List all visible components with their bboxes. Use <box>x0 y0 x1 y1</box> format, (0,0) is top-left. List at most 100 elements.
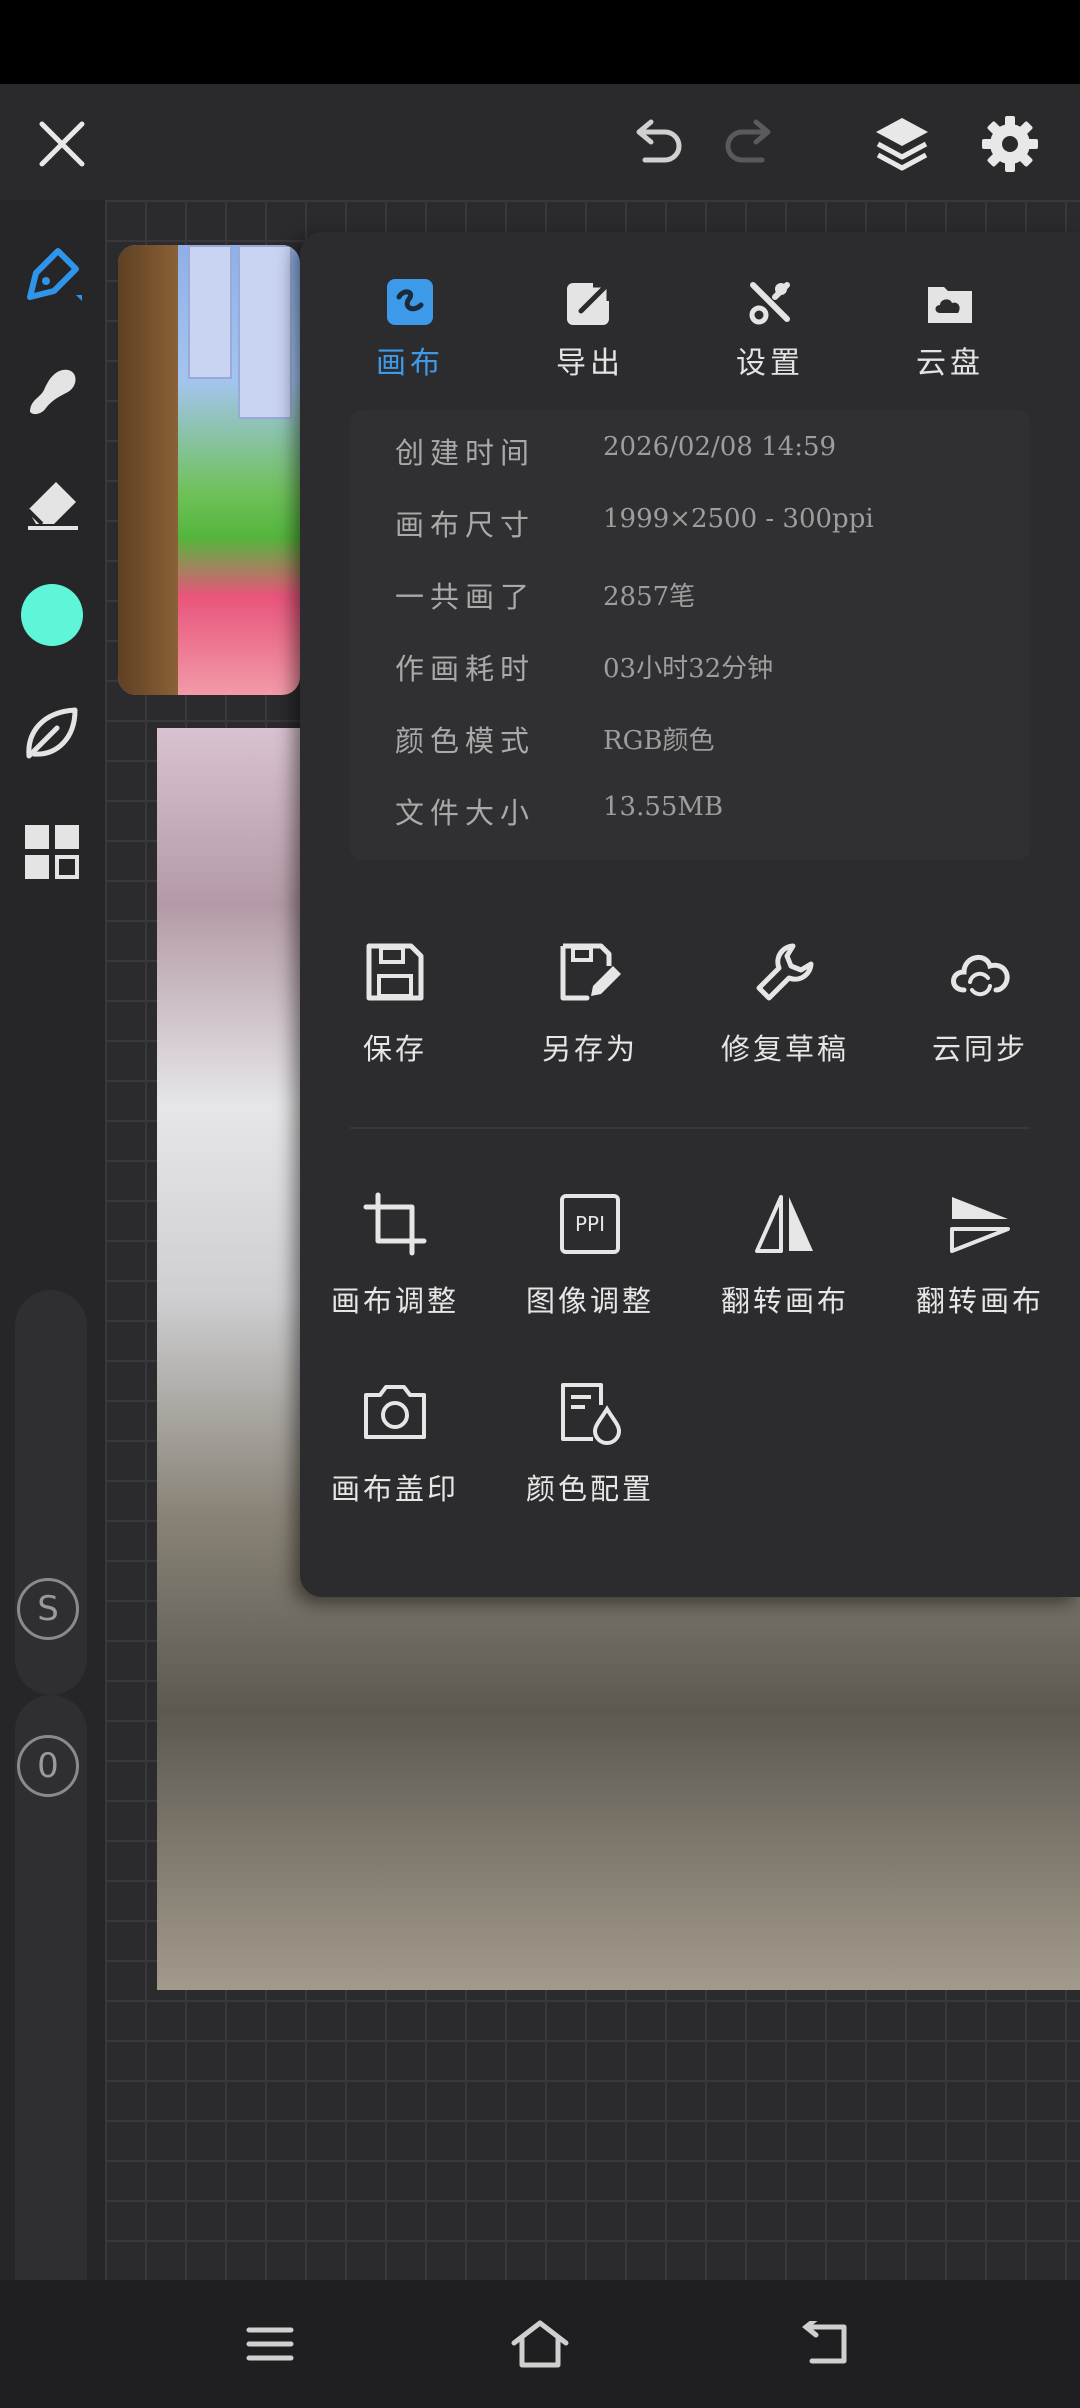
tab-cloud[interactable]: 云盘 <box>880 262 1020 382</box>
artwork-cartoon <box>118 245 300 695</box>
pen-icon <box>27 248 82 301</box>
close-button[interactable] <box>22 104 102 184</box>
info-row-file-size: 文件大小 13.55MB <box>395 780 1015 840</box>
info-key: 作画耗时 <box>395 652 536 686</box>
cloud-sync-icon <box>951 955 1010 997</box>
flip-horizontal-button[interactable]: 翻转画布 <box>690 1184 880 1320</box>
tab-canvas-label: 画布 <box>376 346 444 381</box>
canvas-adjust-button[interactable]: 画布调整 <box>300 1184 490 1320</box>
info-key: 颜色模式 <box>395 724 536 758</box>
info-key: 一共画了 <box>395 580 536 614</box>
ppi-icon-text: PPI <box>574 1212 606 1236</box>
tab-settings-label: 设置 <box>736 346 804 381</box>
flip-vertical-icon <box>950 1197 1010 1253</box>
gear-icon <box>982 116 1038 172</box>
info-row-size: 画布尺寸 1999×2500 - 300ppi <box>395 492 1015 552</box>
tab-cloud-label: 云盘 <box>916 346 984 381</box>
info-row-created: 创建时间 2026/02/08 14:59 <box>395 420 1015 480</box>
layers-icon <box>876 118 928 171</box>
flip-vertical-button[interactable]: 翻转画布 <box>885 1184 1075 1320</box>
info-value: 1999×2500 - 300ppi <box>603 504 874 534</box>
tab-export-label: 导出 <box>556 346 624 381</box>
flip-vertical-label: 翻转画布 <box>915 1284 1044 1318</box>
undo-icon <box>636 119 682 163</box>
cloud-sync-button[interactable]: 云同步 <box>885 932 1075 1068</box>
wrench-icon <box>756 943 814 1001</box>
info-value: 03小时32分钟 <box>603 654 774 684</box>
redo-icon <box>725 119 771 163</box>
undo-button[interactable] <box>615 104 695 184</box>
cloud-drive-icon <box>928 287 972 323</box>
color-profile-button[interactable]: 颜色配置 <box>495 1372 685 1508</box>
eraser-icon <box>26 482 78 530</box>
color-profile-label: 颜色配置 <box>525 1472 654 1506</box>
save-button[interactable]: 保存 <box>300 932 490 1068</box>
layers-button[interactable] <box>862 104 942 184</box>
status-bar <box>0 0 1080 84</box>
save-label: 保存 <box>362 1032 427 1066</box>
canvas-info: 创建时间 2026/02/08 14:59 画布尺寸 1999×2500 - 3… <box>350 410 1030 860</box>
info-value: 13.55MB <box>603 792 724 822</box>
canvas-stamp-button[interactable]: 画布盖印 <box>300 1372 490 1508</box>
info-key: 画布尺寸 <box>395 508 536 542</box>
info-value: 2026/02/08 14:59 <box>603 432 837 462</box>
save-as-button[interactable]: 另存为 <box>495 932 685 1068</box>
back-button[interactable] <box>785 2304 865 2384</box>
tools-icon <box>749 282 790 325</box>
opacity-slider-handle[interactable]: 0 <box>17 1735 79 1797</box>
current-color-swatch <box>21 584 83 646</box>
canvas-icon <box>387 279 433 325</box>
image-adjust-label: 图像调整 <box>525 1284 654 1318</box>
leaf-icon <box>26 707 78 759</box>
tab-export[interactable]: 导出 <box>520 262 660 382</box>
save-as-label: 另存为 <box>541 1032 638 1066</box>
panel-tabs: 画布 导出 设置 云盘 <box>300 262 1080 382</box>
size-label: S <box>37 1589 59 1629</box>
opacity-label: 0 <box>37 1746 59 1786</box>
close-icon <box>39 121 85 167</box>
size-slider[interactable]: S <box>15 1290 87 1695</box>
canvas-adjust-label: 画布调整 <box>330 1284 459 1318</box>
settings-button[interactable] <box>970 104 1050 184</box>
leaf-tool[interactable] <box>12 693 92 773</box>
menu-button[interactable] <box>230 2304 310 2384</box>
system-nav-bar <box>0 2280 1080 2408</box>
repair-draft-label: 修复草稿 <box>720 1032 849 1066</box>
home-button[interactable] <box>500 2304 580 2384</box>
eraser-tool[interactable] <box>12 462 92 542</box>
color-profile-icon <box>561 1383 622 1445</box>
canvas-stamp-label: 画布盖印 <box>330 1472 459 1506</box>
size-slider-handle[interactable]: S <box>17 1578 79 1640</box>
panel-divider <box>350 1127 1030 1129</box>
color-picker[interactable] <box>12 575 92 655</box>
cloud-sync-label: 云同步 <box>931 1032 1028 1066</box>
home-icon <box>511 2320 569 2368</box>
left-toolbar: S 0 <box>0 200 105 2340</box>
redo-button[interactable] <box>712 104 792 184</box>
save-icon <box>366 943 424 1001</box>
repair-draft-button[interactable]: 修复草稿 <box>690 932 880 1068</box>
top-bar <box>0 84 1080 200</box>
image-adjust-button[interactable]: PPI 图像调整 <box>495 1184 685 1320</box>
crop-icon <box>363 1192 427 1256</box>
canvas-menu-panel: 画布 导出 设置 云盘 创建时间 2026/02/08 14:59 画布尺寸 1… <box>300 232 1080 1597</box>
info-key: 创建时间 <box>395 436 536 470</box>
grid-icon <box>25 825 79 879</box>
smudge-icon <box>30 369 76 415</box>
menu-icon <box>246 2327 294 2361</box>
flip-horizontal-icon <box>755 1195 813 1253</box>
smudge-tool[interactable] <box>12 350 92 430</box>
info-row-color-mode: 颜色模式 RGB颜色 <box>395 708 1015 768</box>
tab-canvas[interactable]: 画布 <box>340 262 480 382</box>
info-row-duration: 作画耗时 03小时32分钟 <box>395 636 1015 696</box>
camera-icon <box>364 1385 426 1439</box>
grid-tool[interactable] <box>12 812 92 892</box>
tab-settings[interactable]: 设置 <box>700 262 840 382</box>
back-icon <box>801 2321 847 2364</box>
info-value: 2857笔 <box>603 582 696 612</box>
info-value: RGB颜色 <box>603 726 715 756</box>
save-as-icon <box>560 943 621 1001</box>
opacity-slider[interactable]: 0 <box>15 1695 87 2340</box>
flip-horizontal-label: 翻转画布 <box>720 1284 849 1318</box>
brush-tool[interactable] <box>12 235 92 315</box>
